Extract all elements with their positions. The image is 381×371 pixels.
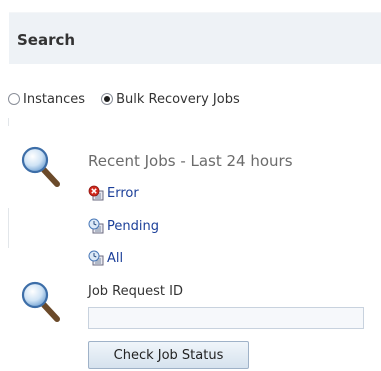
recent-jobs-title: Recent Jobs - Last 24 hours <box>88 152 293 170</box>
search-magnifier-icon <box>21 146 60 187</box>
all-clock-icon <box>88 250 104 266</box>
job-request-id-label: Job Request ID <box>88 284 183 299</box>
all-link-label[interactable]: All <box>107 251 123 266</box>
bulk-recovery-jobs-radio[interactable] <box>101 93 114 105</box>
search-panel-header: Search <box>9 12 381 64</box>
divider <box>8 208 9 248</box>
pending-link-label[interactable]: Pending <box>107 219 159 234</box>
pending-jobs-link[interactable]: Pending <box>88 218 159 234</box>
divider <box>8 118 9 126</box>
panel-title: Search <box>17 31 76 49</box>
instances-radio[interactable] <box>8 93 20 105</box>
error-link-label[interactable]: Error <box>107 186 139 201</box>
search-type-radio-group: Instances Bulk Recovery Jobs <box>8 90 256 108</box>
job-request-id-input[interactable] <box>88 307 364 329</box>
error-jobs-link[interactable]: Error <box>88 185 139 201</box>
pending-clock-icon <box>88 218 104 234</box>
error-icon <box>88 185 104 201</box>
bulk-recovery-jobs-radio-label[interactable]: Bulk Recovery Jobs <box>116 92 240 107</box>
instances-radio-label[interactable]: Instances <box>23 92 85 107</box>
search-magnifier-icon <box>21 281 60 322</box>
check-job-status-button[interactable]: Check Job Status <box>88 341 249 369</box>
all-jobs-link[interactable]: All <box>88 250 123 266</box>
